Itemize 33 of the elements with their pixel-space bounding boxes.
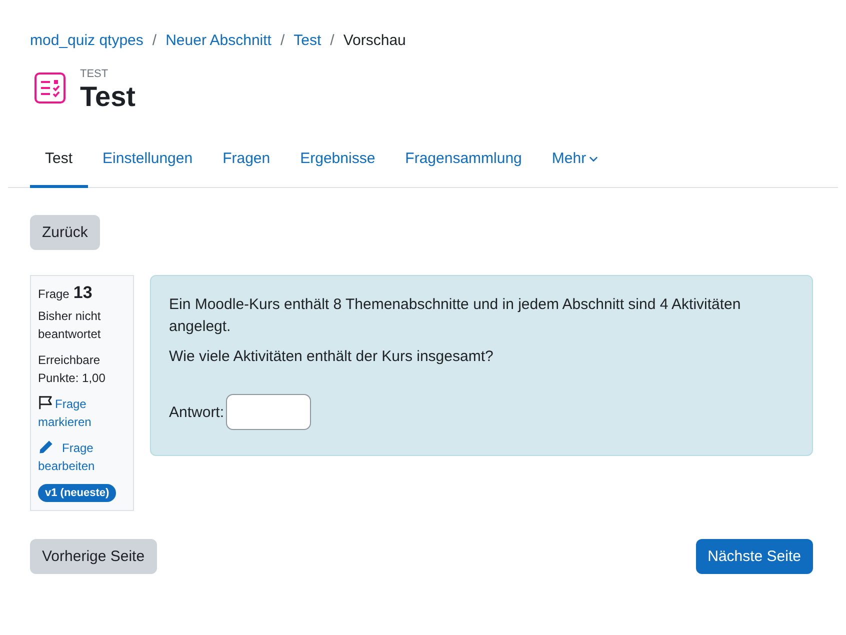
question-text: Wie viele Aktivitäten enthält der Kurs insgesamt?: [169, 347, 494, 367]
nav-tab[interactable]: Ergebnisse: [285, 133, 390, 188]
page-title: Test: [80, 81, 136, 113]
breadcrumb-link[interactable]: Test: [294, 31, 322, 51]
version-badge: v1 (neueste): [38, 484, 116, 502]
question-text: Ein Moodle-Kurs enthält 8 Themenabschnitte und in jedem Abschnitt sind 4 Aktivitäten angelegt.: [169, 295, 742, 337]
caret-icon[interactable]: [589, 156, 598, 162]
previous-page-button[interactable]: Vorherige Seite: [30, 539, 157, 574]
breadcrumb-separator: /: [280, 31, 285, 51]
nav-tab[interactable]: Einstellungen: [88, 133, 208, 188]
breadcrumb-separator: /: [152, 31, 157, 51]
page-category-label: TEST: [80, 67, 110, 81]
flag-icon[interactable]: [38, 395, 53, 410]
question-status: Bisher nicht beantwortet: [38, 308, 102, 343]
answer-label: Antwort:: [169, 404, 224, 420]
flag-question-link[interactable]: Frage markieren: [38, 395, 126, 431]
breadcrumb-link[interactable]: mod_quiz qtypes: [30, 31, 144, 51]
breadcrumb-link[interactable]: Neuer Abschnitt: [166, 31, 272, 51]
back-button[interactable]: Zurück: [30, 215, 100, 250]
nav-tab[interactable]: Mehr: [536, 133, 614, 188]
nav-tab[interactable]: Fragen: [208, 133, 286, 188]
next-page-button[interactable]: Nächste Seite: [696, 539, 813, 574]
quiz-checklist-icon: [34, 72, 66, 104]
breadcrumb-current: Vorschau: [343, 31, 406, 51]
question-points: Erreichbare Punkte: 1,00: [38, 352, 106, 387]
answer-field[interactable]: [226, 394, 312, 430]
breadcrumb-separator: /: [330, 31, 334, 51]
question-label: Frage: [38, 286, 70, 303]
nav-tab[interactable]: Fragensammlung: [390, 133, 537, 188]
edit-question-link[interactable]: Frage bearbeiten: [38, 439, 126, 475]
question-number: 13: [73, 284, 92, 302]
pencil-icon[interactable]: [39, 440, 53, 454]
nav-tab[interactable]: Test: [30, 133, 88, 188]
